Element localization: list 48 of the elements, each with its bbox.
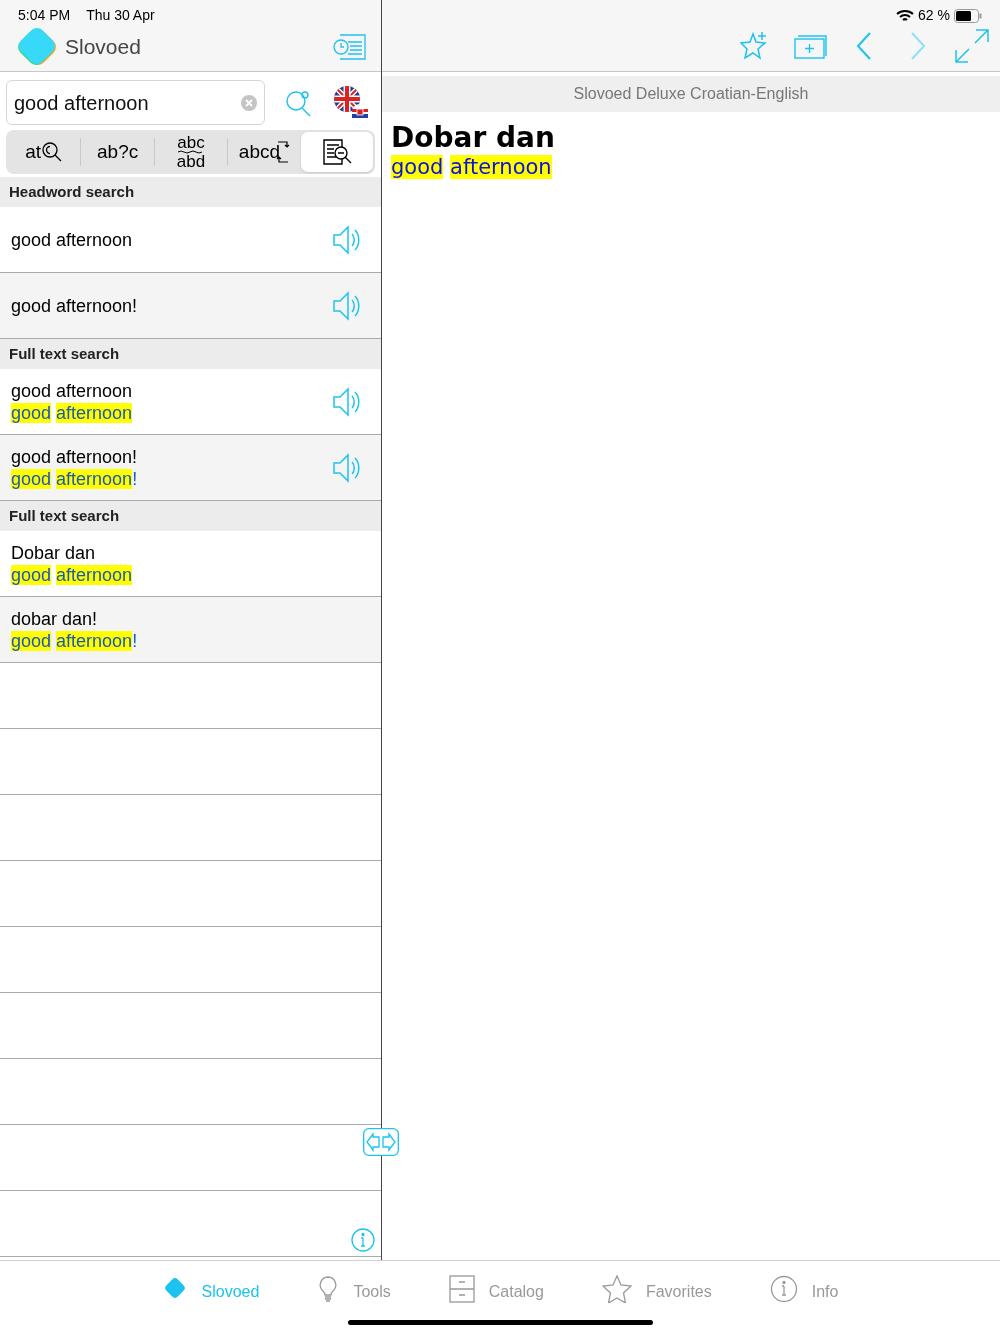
battery-percent: 62 % [918, 6, 950, 25]
translation: good afternoon! [11, 629, 139, 652]
result-row[interactable]: good afternoon! good afternoon! [0, 435, 381, 501]
info-icon[interactable] [351, 1228, 375, 1252]
translation: good afternoon! [11, 467, 139, 490]
wave-icon [178, 150, 204, 154]
search-field[interactable]: good afternoon [6, 80, 265, 125]
document-search-icon [320, 138, 353, 166]
wifi-icon [896, 8, 915, 23]
headword: good afternoon [11, 379, 134, 402]
translation: good afternoon [391, 154, 552, 180]
speaker-icon[interactable] [332, 289, 360, 322]
language-flags-icon[interactable] [333, 84, 369, 121]
battery-icon [954, 8, 982, 23]
status-date: Thu 30 Apr [86, 6, 155, 25]
dictionary-title: Slovoed Deluxe Croatian-English [573, 84, 809, 104]
info-icon [769, 1275, 798, 1303]
headword: Dobar dan [11, 541, 97, 564]
search-mode-tab[interactable]: abc abd [154, 132, 228, 172]
add-card-icon[interactable] [794, 33, 828, 59]
search-mode-tab[interactable]: at [8, 132, 81, 172]
resize-handle-icon[interactable] [363, 1128, 399, 1156]
search-mode-tab[interactable] [300, 132, 374, 172]
section-header: Full text search [9, 343, 120, 364]
translation: good afternoon [11, 563, 134, 586]
article-headword: Dobar dan [391, 122, 555, 154]
section-header: Headword search [9, 181, 135, 202]
headword: good afternoon! [11, 445, 139, 468]
history-icon[interactable] [332, 33, 366, 61]
translation: good afternoon [11, 401, 134, 424]
speaker-icon[interactable] [332, 451, 360, 484]
result-row[interactable]: good afternoon! [0, 273, 381, 339]
search-mode-tab[interactable]: ab?c [81, 132, 154, 172]
speaker-icon[interactable] [332, 223, 360, 256]
status-time: 5:04 PM [18, 6, 71, 25]
magnifier-icon [41, 141, 64, 163]
headword: dobar dan! [11, 607, 99, 630]
speaker-icon[interactable] [332, 385, 360, 418]
section-header: Full text search [9, 505, 120, 526]
search-mode-tab[interactable]: abcd [228, 132, 301, 172]
result-row[interactable]: dobar dan! good afternoon! [0, 597, 381, 663]
headword: good afternoon [11, 228, 134, 251]
star-icon [601, 1275, 632, 1303]
fullscreen-icon[interactable] [954, 28, 990, 64]
drawers-icon [448, 1275, 475, 1303]
headword: good afternoon! [11, 294, 139, 317]
app-title: Slovoed [65, 34, 141, 61]
clear-icon[interactable] [241, 94, 257, 111]
